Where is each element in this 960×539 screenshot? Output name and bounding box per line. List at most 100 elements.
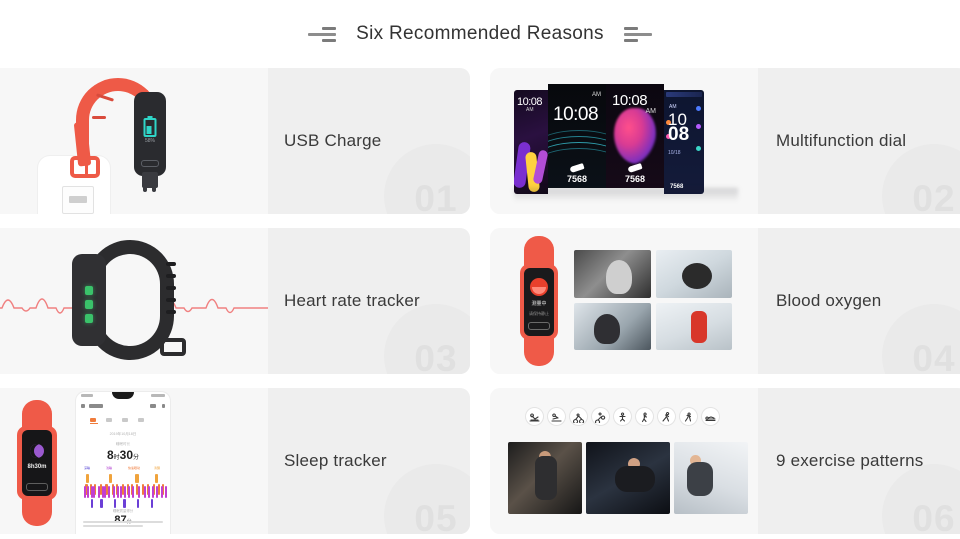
lifestyle-photo-grid: [574, 250, 732, 350]
watch-face-3: 10:08 AM 7568: [606, 84, 664, 188]
card-label: Heart rate tracker: [284, 291, 420, 310]
dial-time-large: 10 08: [668, 110, 690, 145]
watch-face-1: 10:08 AM: [514, 90, 548, 194]
elliptical-icon: [614, 408, 631, 425]
rowing-machine-icon: [526, 408, 543, 425]
exercise-mode-icon-row: [526, 408, 726, 430]
card-visual-dials: 10:08 AM AM 10:08 7568 10:08 AM 7568 AM …: [490, 68, 758, 214]
strap-buckle: [70, 156, 100, 178]
phone-sleep-report: 2019年10月18日 睡眠时长 8时30分 深睡 浅睡 快速眼动 清醒 睡眠质…: [76, 392, 170, 534]
card-panel-heart-rate: Heart rate tracker 03: [268, 228, 470, 374]
card-label: USB Charge: [284, 131, 382, 150]
card-index-number: 05: [414, 498, 458, 534]
watch-face-4: AM 10 08 10/18 7568: [664, 90, 704, 194]
sleep-duration-label: 睡眠时长: [115, 442, 131, 446]
photo-tile: [574, 302, 651, 350]
dial-time: 10:08: [553, 104, 599, 125]
reason-card-multifunction-dial[interactable]: 10:08 AM AM 10:08 7568 10:08 AM 7568 AM …: [490, 68, 960, 214]
dial-date: 10/18: [668, 150, 681, 156]
card-watermark: 03: [384, 304, 470, 374]
running-icon: [658, 408, 675, 425]
fitness-band-red: 8h30m: [14, 400, 60, 526]
card-watermark: 02: [882, 144, 960, 214]
photo-tile: [674, 442, 748, 514]
legend-light: 浅睡: [106, 466, 113, 470]
card-panel-sleep-tracker: Sleep tracker 05: [268, 388, 470, 534]
card-visual-exercise: [490, 388, 758, 534]
app-nav-bar: [81, 404, 165, 413]
card-visual-blood-oxygen: 测量中 请保持静止: [490, 228, 758, 374]
dial-step-count: 7568: [566, 174, 588, 184]
measuring-hint-text: 请保持静止: [529, 311, 549, 316]
fitness-band-red: 测量中 请保持静止: [516, 236, 562, 366]
sleep-score-label: 睡眠质量得分: [112, 509, 134, 513]
measuring-status-text: 测量中: [531, 301, 547, 307]
card-label: Sleep tracker: [284, 451, 387, 470]
band-body: [72, 254, 106, 346]
band-body: 58%: [134, 92, 166, 176]
dial-meridiem: AM: [592, 92, 601, 98]
legend-deep: 深睡: [84, 466, 91, 470]
card-index-number: 03: [414, 338, 458, 374]
reason-card-blood-oxygen[interactable]: 测量中 请保持静止 Blood oxygen 04: [490, 228, 960, 374]
spinning-bike-icon: [592, 408, 609, 425]
card-index-number: 06: [912, 498, 956, 534]
app-description-text: [83, 521, 163, 530]
dial-meridiem: AM: [645, 108, 657, 115]
dial-top-bar: [666, 92, 702, 97]
card-watermark: 01: [384, 144, 470, 214]
battery-charging-icon: [143, 116, 157, 137]
rower-icon: [702, 408, 719, 425]
band-screen: 测量中 请保持静止: [524, 268, 554, 336]
card-label: Multifunction dial: [776, 131, 907, 150]
dial-time: 10:08: [612, 92, 648, 109]
card-label: Blood oxygen: [776, 291, 882, 310]
battery-percent-text: 58%: [144, 138, 155, 144]
walking-icon: [636, 408, 653, 425]
dial-meridiem: AM: [526, 107, 534, 113]
reason-card-usb-charge[interactable]: 58% USB Charge 01: [0, 68, 470, 214]
fitness-band-black: [66, 240, 192, 364]
strap-holes: [160, 262, 178, 338]
card-index-number: 02: [912, 178, 956, 214]
legend-rem: 快速眼动: [128, 466, 141, 470]
card-panel-multifunction-dial: Multifunction dial 02: [758, 68, 960, 214]
band-inner-cutout: [100, 254, 160, 346]
band-body: 8h30m: [17, 426, 57, 500]
promo-page: Six Recommended Reasons 58% USB Charge 0…: [0, 0, 960, 539]
watch-face-2: AM 10:08 7568: [548, 84, 606, 188]
app-tab-bar: [90, 418, 156, 424]
fitness-band-red: 58%: [70, 74, 190, 194]
card-watermark: 05: [384, 464, 470, 534]
card-watermark: 04: [882, 304, 960, 374]
blood-drop-icon: [530, 278, 548, 296]
legend-awake: 清醒: [154, 466, 161, 470]
reason-cards-grid: 58% USB Charge 01 10:08 AM AM 10:08 7568…: [0, 68, 960, 539]
watch-face-fan: 10:08 AM AM 10:08 7568 10:08 AM 7568 AM …: [514, 84, 738, 196]
moon-icon: [30, 444, 44, 458]
footsteps-icon: [627, 162, 643, 174]
card-visual-sleep: 8h30m 2019年10月18日 睡眠时长 8时30分 深睡 浅睡 快速眼动 …: [0, 388, 268, 534]
card-visual-heart-rate: [0, 228, 268, 374]
card-panel-exercise-patterns: 9 exercise patterns 06: [758, 388, 960, 534]
photo-tile: [655, 302, 732, 350]
ornament-left-icon: [302, 24, 337, 44]
dial-step-count: 7568: [624, 174, 646, 184]
card-visual-usb-charge: 58%: [0, 68, 268, 214]
reason-card-heart-rate[interactable]: Heart rate tracker 03: [0, 228, 470, 374]
photo-tile: [508, 442, 582, 514]
charging-pin-connector: [142, 172, 158, 192]
gradient-blob: [614, 108, 656, 164]
fitness-photo-row: [508, 442, 748, 514]
sleep-duration-text: 8h30m: [27, 464, 47, 470]
reason-card-exercise-patterns[interactable]: 9 exercise patterns 06: [490, 388, 960, 534]
sleep-duration-value: 8时30分: [106, 448, 140, 462]
app-date-range: 2019年10月18日: [109, 432, 137, 436]
card-watermark: 06: [882, 464, 960, 534]
cycling-icon: [570, 408, 587, 425]
band-screen: 8h30m: [22, 430, 52, 496]
free-training-icon: [680, 408, 697, 425]
band-home-button: [528, 322, 550, 330]
dial-reflection: [514, 188, 738, 202]
reason-card-sleep-tracker[interactable]: 8h30m 2019年10月18日 睡眠时长 8时30分 深睡 浅睡 快速眼动 …: [0, 388, 470, 534]
